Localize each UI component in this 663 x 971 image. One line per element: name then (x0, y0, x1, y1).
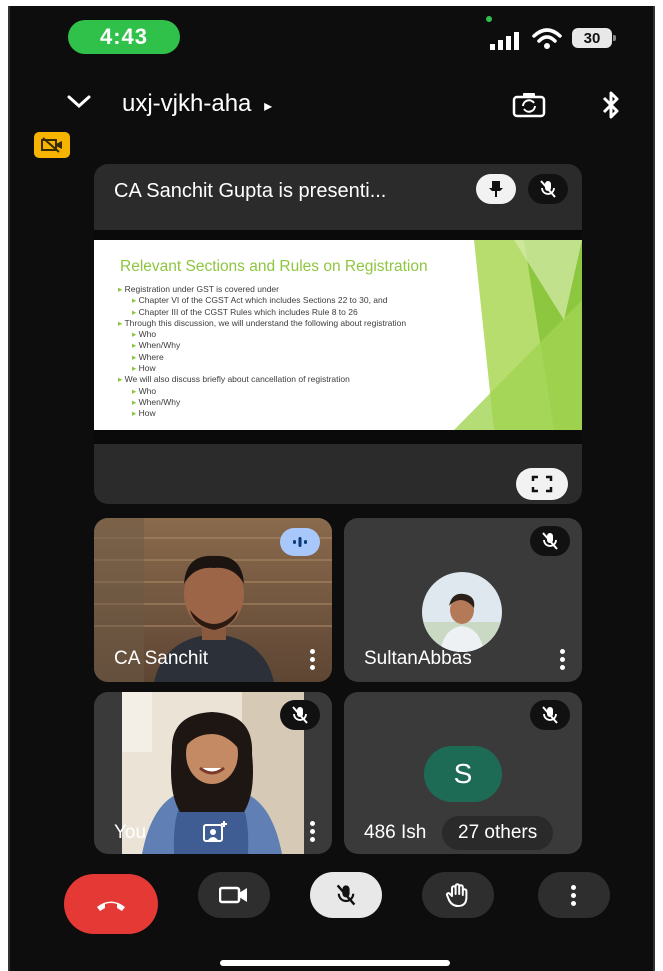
signal-icon (490, 32, 519, 50)
mic-muted-badge (530, 700, 570, 730)
status-time: 4:43 (68, 20, 180, 54)
mic-muted-badge (530, 526, 570, 556)
more-options-icon[interactable] (310, 818, 316, 845)
slide-title: Relevant Sections and Rules on Registrat… (120, 258, 428, 275)
participant-tile-you[interactable]: You (94, 692, 332, 854)
mic-muted-badge (280, 700, 320, 730)
home-indicator[interactable] (220, 960, 450, 966)
audio-wave-icon (293, 537, 307, 547)
green-dot (486, 16, 492, 22)
mic-off-icon (542, 706, 558, 724)
more-options-icon[interactable] (310, 646, 316, 673)
wifi-icon (532, 28, 562, 49)
slide-bullets: ▸ Registration under GST is covered unde… (118, 284, 407, 419)
speaking-indicator (280, 528, 320, 556)
presenter-mic-muted (528, 174, 568, 204)
slide-green-decoration (454, 240, 582, 430)
pin-button[interactable] (476, 174, 516, 204)
switch-camera-icon[interactable] (512, 92, 546, 118)
participant-name: You (114, 822, 147, 843)
more-options-icon[interactable] (560, 646, 566, 673)
presenter-banner: CA Sanchit Gupta is presenti... (114, 180, 387, 202)
mic-toggle-button[interactable] (310, 872, 382, 918)
mic-off-icon (542, 532, 558, 550)
meeting-code[interactable]: uxj-vjkh-aha ▸ (122, 90, 272, 118)
video-off-icon (41, 137, 62, 153)
more-options-button[interactable] (538, 872, 610, 918)
raise-hand-button[interactable] (422, 872, 494, 918)
end-call-button[interactable] (64, 874, 158, 934)
battery-indicator: 30 (572, 28, 616, 48)
video-camera-icon (219, 886, 247, 904)
avatar: S (424, 746, 502, 802)
presentation-tile[interactable]: CA Sanchit Gupta is presenti... Relevant… (94, 164, 582, 504)
chevron-down-icon[interactable] (66, 94, 92, 110)
bluetooth-icon[interactable] (600, 90, 622, 120)
add-effects-icon[interactable] (202, 820, 228, 844)
participant-name: 486 Ish (364, 822, 427, 843)
participant-name: CA Sanchit (114, 648, 208, 669)
participant-name: SultanAbbas (364, 648, 472, 669)
hand-icon (446, 883, 468, 907)
meeting-info-arrow: ▸ (264, 98, 273, 115)
meeting-code-text: uxj-vjkh-aha (122, 90, 252, 117)
camera-off-badge (34, 132, 70, 158)
participant-tile-others[interactable]: S 486 Ish 27 others (344, 692, 582, 854)
fullscreen-icon (531, 475, 553, 493)
shared-slide: Relevant Sections and Rules on Registrat… (94, 240, 582, 430)
participant-tile-ca-sanchit[interactable]: CA Sanchit (94, 518, 332, 682)
mic-off-icon (336, 884, 356, 906)
mic-off-icon (540, 180, 556, 198)
fullscreen-button[interactable] (516, 468, 568, 500)
pin-icon (489, 181, 503, 197)
camera-toggle-button[interactable] (198, 872, 270, 918)
avatar (422, 572, 502, 652)
others-count-badge[interactable]: 27 others (442, 816, 554, 850)
slide-frame: Relevant Sections and Rules on Registrat… (94, 230, 582, 444)
phone-hangup-icon (97, 901, 125, 911)
participant-tile-sultanabbas[interactable]: SultanAbbas (344, 518, 582, 682)
meet-screen: 4:43 30 uxj-vjkh-aha ▸ CA Sanchit Gupta … (8, 6, 655, 971)
mic-off-icon (292, 706, 308, 724)
more-vert-icon (571, 882, 577, 909)
